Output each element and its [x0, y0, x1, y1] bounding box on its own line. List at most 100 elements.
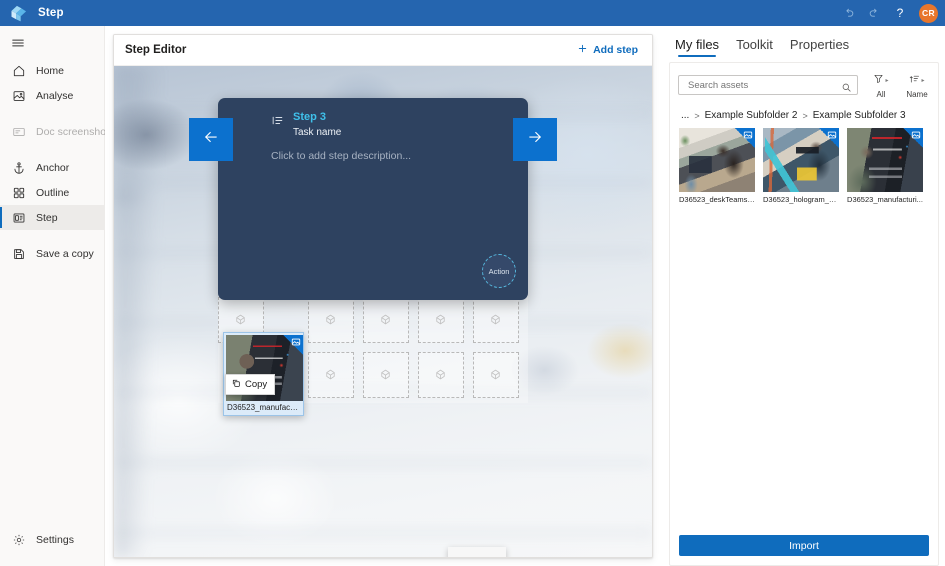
sidebar-item-outline[interactable]: Outline: [0, 180, 104, 205]
panel-tab-list: My files Toolkit Properties: [661, 26, 945, 57]
asset-name: D36523_hologram_w...: [763, 195, 839, 204]
part-drop-slot[interactable]: [418, 297, 464, 343]
image-asset-icon: [735, 128, 755, 148]
breadcrumb-overflow[interactable]: ...: [681, 110, 689, 121]
sort-button[interactable]: ▸ Name: [904, 70, 930, 100]
sort-label: Name: [906, 90, 928, 99]
tab-my-files[interactable]: My files: [675, 37, 719, 57]
home-icon: [11, 63, 26, 78]
app-cube-logo-icon: [8, 3, 30, 23]
chevron-right-icon: ▸: [921, 77, 925, 84]
breadcrumb-item[interactable]: Example Subfolder 2: [705, 110, 798, 121]
page-title: Step Editor: [125, 44, 187, 56]
asset-thumbnail: [679, 128, 755, 192]
step-header: Step 3 Task name: [271, 110, 341, 140]
left-navigation-sidebar: Home Analyse Doc screenshots Anchor Outl…: [0, 26, 114, 566]
sidebar-item-label: Home: [36, 64, 65, 77]
drag-copy-tooltip: Copy: [225, 374, 276, 395]
sidebar-item-settings[interactable]: Settings: [0, 527, 104, 552]
topbar-actions: ? CR: [836, 1, 945, 25]
sidebar-item-anchor[interactable]: Anchor: [0, 155, 104, 180]
step-list-icon: [271, 114, 284, 127]
sidebar-item-save-a-copy[interactable]: Save a copy: [0, 241, 104, 266]
image-asset-icon: [283, 335, 303, 355]
add-step-button[interactable]: Add step: [573, 40, 642, 60]
next-step-button[interactable]: [513, 118, 557, 161]
search-input[interactable]: [686, 78, 841, 92]
asset-name: D36523_manufacturi...: [847, 195, 923, 204]
my-files-panel-body: ▸ All ▸ Name ... >: [669, 62, 939, 566]
arrow-right-icon: [526, 128, 544, 151]
sidebar-item-home[interactable]: Home: [0, 58, 104, 83]
drag-copy-label: Copy: [245, 379, 268, 390]
filter-label: All: [876, 90, 886, 99]
search-box[interactable]: [678, 75, 858, 95]
action-button[interactable]: Action: [482, 254, 516, 288]
breadcrumb-item[interactable]: Example Subfolder 3: [813, 110, 906, 121]
image-asset-icon: [903, 128, 923, 148]
sidebar-item-step[interactable]: Step: [0, 205, 104, 230]
chevron-right-icon: ▸: [885, 77, 889, 84]
asset-tile[interactable]: D36523_manufacturi...: [847, 128, 923, 204]
plus-icon: [577, 43, 588, 57]
part-drop-slot[interactable]: [308, 297, 354, 343]
capslock-toast: AA Caps Lock On: [448, 547, 506, 557]
add-step-label: Add step: [593, 44, 638, 56]
sidebar-item-label: Settings: [36, 533, 74, 546]
sidebar-item-label: Step: [36, 211, 58, 224]
redo-icon[interactable]: [862, 1, 886, 25]
part-drop-slot[interactable]: [418, 352, 464, 398]
breadcrumb: ... > Example Subfolder 2 > Example Subf…: [670, 104, 938, 128]
gear-icon: [11, 532, 26, 547]
breadcrumb-separator: >: [694, 110, 700, 121]
avatar[interactable]: CR: [919, 3, 938, 23]
sidebar-item-analyse[interactable]: Analyse: [0, 83, 104, 108]
analyse-image-icon: [11, 88, 26, 103]
breadcrumb-separator: >: [802, 110, 808, 121]
hamburger-menu-icon[interactable]: [0, 28, 104, 58]
sort-icon: [909, 71, 920, 89]
import-button[interactable]: Import: [679, 535, 929, 556]
tab-properties[interactable]: Properties: [790, 37, 849, 57]
filter-button[interactable]: ▸ All: [868, 70, 894, 100]
tab-toolkit[interactable]: Toolkit: [736, 37, 773, 57]
step-icon: [11, 210, 26, 225]
help-icon[interactable]: ?: [888, 1, 912, 25]
part-drop-slot[interactable]: [473, 297, 519, 343]
parts-drop-row-1: [308, 297, 519, 343]
asset-thumbnail: [847, 128, 923, 192]
3d-part-placeholder-icon: [233, 312, 250, 329]
part-drop-slot[interactable]: [363, 352, 409, 398]
previous-step-button[interactable]: [189, 118, 233, 161]
app-title: Step: [38, 7, 64, 19]
step-preview-canvas[interactable]: Step 3 Task name Click to add step descr…: [114, 66, 652, 557]
filter-icon-row: ▸: [873, 71, 889, 89]
step-card[interactable]: Step 3 Task name Click to add step descr…: [189, 98, 557, 300]
undo-icon[interactable]: [836, 1, 860, 25]
anchor-icon: [11, 160, 26, 175]
capslock-glyph: AA: [470, 556, 485, 558]
sidebar-divider-gap-2: [0, 144, 104, 155]
sidebar-divider-gap-3: [0, 230, 104, 241]
step-editor-region: Step Editor Add step Step 3 Task name Cl…: [105, 26, 661, 566]
3d-part-placeholder-icon: [378, 367, 395, 384]
assets-panel: My files Toolkit Properties Search asset…: [661, 26, 945, 566]
part-drop-slot[interactable]: [308, 352, 354, 398]
asset-tile[interactable]: D36523_deskTeams_...: [679, 128, 755, 204]
sidebar-item-doc-screenshots: Doc screenshots: [0, 119, 114, 144]
part-drop-slot[interactable]: [363, 297, 409, 343]
3d-part-placeholder-icon: [433, 312, 450, 329]
asset-tile[interactable]: D36523_hologram_w...: [763, 128, 839, 204]
step-description-input[interactable]: Click to add step description...: [271, 150, 510, 162]
drag-ghost-label: D36523_manufacturi...: [227, 403, 301, 412]
step-task-name[interactable]: Task name: [293, 126, 341, 140]
part-drop-slot[interactable]: [473, 352, 519, 398]
search-icon[interactable]: [841, 80, 852, 92]
asset-thumbnail: [763, 128, 839, 192]
step-editor-card: Step Editor Add step Step 3 Task name Cl…: [113, 34, 653, 558]
asset-grid: D36523_deskTeams_... D36523_hologram_w..…: [670, 128, 938, 527]
sort-icon-row: ▸: [909, 71, 925, 89]
doc-screenshots-icon: [11, 124, 26, 139]
app-title-bar: Step ? CR: [0, 0, 945, 26]
3d-part-placeholder-icon: [323, 367, 340, 384]
